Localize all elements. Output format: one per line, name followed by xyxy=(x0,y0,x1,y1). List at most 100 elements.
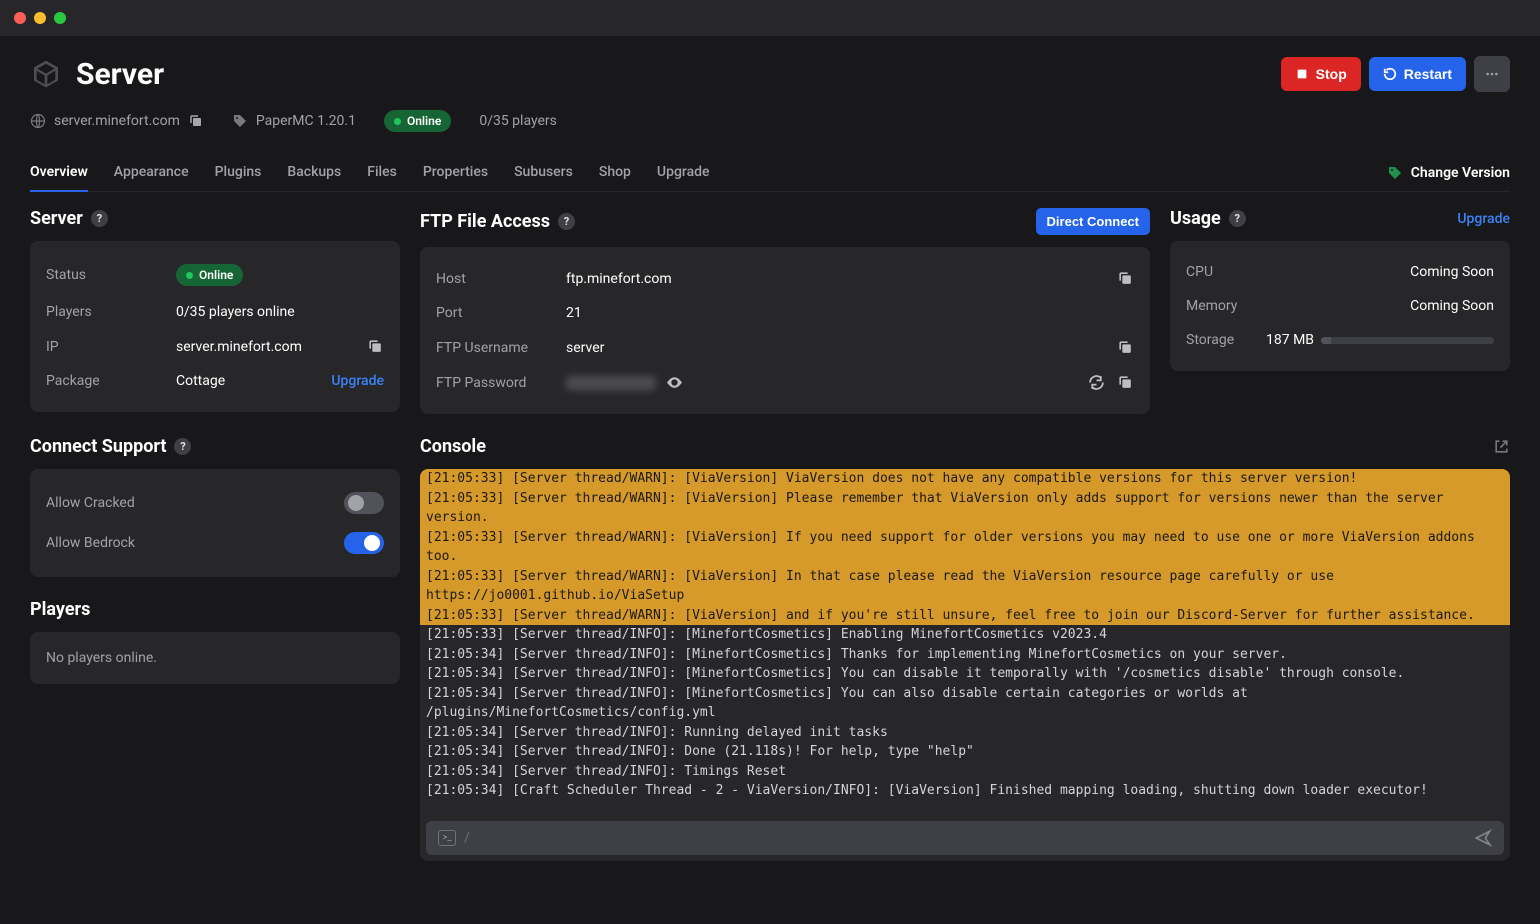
console-line: [21:05:34] [Craft Scheduler Thread - 2 -… xyxy=(420,781,1510,801)
external-link-icon[interactable] xyxy=(1493,438,1510,455)
tab-backups[interactable]: Backups xyxy=(287,154,341,192)
storage-label: Storage xyxy=(1186,332,1266,348)
players-label: Players xyxy=(46,304,176,320)
copy-icon[interactable] xyxy=(1117,339,1134,356)
status-badge-label: Online xyxy=(407,114,441,128)
players-card: No players online. xyxy=(30,632,400,684)
ftp-host-label: Host xyxy=(436,271,566,287)
tab-appearance[interactable]: Appearance xyxy=(114,154,189,192)
player-count: 0/35 players xyxy=(479,113,557,129)
console-line: [21:05:34] [Server thread/INFO]: Running… xyxy=(420,723,1510,743)
console-line: [21:05:34] [Server thread/INFO]: [Minefo… xyxy=(420,664,1510,684)
console-line: [21:05:34] [Server thread/INFO]: Done (2… xyxy=(420,742,1510,762)
copy-icon[interactable] xyxy=(367,338,384,355)
status-label: Status xyxy=(46,267,176,283)
restart-button-label: Restart xyxy=(1404,66,1452,82)
console-command-input[interactable] xyxy=(478,831,1466,846)
console-line: [21:05:34] [Server thread/INFO]: [Minefo… xyxy=(420,645,1510,665)
console-line: [21:05:33] [Server thread/WARN]: [ViaVer… xyxy=(420,567,1510,606)
tab-subusers[interactable]: Subusers xyxy=(514,154,573,192)
restart-icon xyxy=(1383,67,1397,81)
console-line: [21:05:33] [Server thread/INFO]: [Minefo… xyxy=(420,625,1510,645)
upgrade-link[interactable]: Upgrade xyxy=(331,373,384,389)
help-icon[interactable]: ? xyxy=(1229,210,1246,227)
status-dot-icon xyxy=(186,272,193,279)
stop-button[interactable]: Stop xyxy=(1281,57,1361,91)
server-domain: server.minefort.com xyxy=(54,113,180,129)
tab-upgrade[interactable]: Upgrade xyxy=(657,154,710,192)
console-input-row[interactable]: >_ / xyxy=(426,821,1504,855)
server-version: PaperMC 1.20.1 xyxy=(256,113,356,129)
window-close-button[interactable] xyxy=(14,12,26,24)
more-actions-button[interactable] xyxy=(1474,56,1510,92)
ftp-host-value: ftp.minefort.com xyxy=(566,271,1117,287)
tab-properties[interactable]: Properties xyxy=(423,154,488,192)
console-line: [21:05:33] [Server thread/WARN]: [ViaVer… xyxy=(420,606,1510,626)
tab-plugins[interactable]: Plugins xyxy=(215,154,262,192)
tab-shop[interactable]: Shop xyxy=(599,154,631,192)
page-title: Server xyxy=(76,57,164,92)
tag-icon xyxy=(1387,165,1403,181)
usage-card: CPU Coming Soon Memory Coming Soon Stora… xyxy=(1170,241,1510,371)
cpu-label: CPU xyxy=(1186,264,1316,280)
restart-button[interactable]: Restart xyxy=(1369,57,1466,91)
stop-icon xyxy=(1295,67,1309,81)
server-cube-icon xyxy=(30,58,62,90)
help-icon[interactable]: ? xyxy=(174,438,191,455)
connect-support-card: Allow Cracked Allow Bedrock xyxy=(30,469,400,577)
server-info-card: Status Online Players 0/35 players onlin… xyxy=(30,241,400,412)
eye-icon[interactable] xyxy=(666,374,683,391)
console-panel: [21:05:33] [Server thread/WARN]: [ViaVer… xyxy=(420,469,1510,861)
players-card-title: Players xyxy=(30,599,90,620)
console-output[interactable]: [21:05:33] [Server thread/WARN]: [ViaVer… xyxy=(420,469,1510,815)
allow-bedrock-toggle[interactable] xyxy=(344,532,384,554)
terminal-icon: >_ xyxy=(438,830,456,846)
storage-progress xyxy=(1321,337,1494,344)
console-line: [21:05:34] [Server thread/INFO]: Timings… xyxy=(420,762,1510,782)
ftp-port-label: Port xyxy=(436,305,566,321)
usage-upgrade-link[interactable]: Upgrade xyxy=(1457,211,1510,227)
status-badge: Online xyxy=(176,264,243,286)
help-icon[interactable]: ? xyxy=(91,210,108,227)
allow-cracked-toggle[interactable] xyxy=(344,492,384,514)
send-icon[interactable] xyxy=(1474,829,1492,847)
memory-value: Coming Soon xyxy=(1410,298,1494,314)
usage-card-title: Usage xyxy=(1170,208,1221,229)
window-minimize-button[interactable] xyxy=(34,12,46,24)
help-icon[interactable]: ? xyxy=(558,213,575,230)
tab-files[interactable]: Files xyxy=(367,154,397,192)
ftp-port-value: 21 xyxy=(566,305,1134,321)
window-titlebar xyxy=(0,0,1540,36)
status-dot-icon xyxy=(394,118,401,125)
direct-connect-button[interactable]: Direct Connect xyxy=(1036,208,1150,235)
cpu-value: Coming Soon xyxy=(1410,264,1494,280)
console-line: [21:05:33] [Server thread/WARN]: [ViaVer… xyxy=(420,528,1510,567)
ftp-card: Host ftp.minefort.com Port 21 FTP Userna… xyxy=(420,247,1150,414)
status-badge: Online xyxy=(384,110,451,132)
window-maximize-button[interactable] xyxy=(54,12,66,24)
ftp-card-title: FTP File Access xyxy=(420,211,550,232)
players-empty: No players online. xyxy=(46,646,384,670)
stop-button-label: Stop xyxy=(1316,66,1347,82)
tag-icon xyxy=(232,113,248,129)
tab-overview[interactable]: Overview xyxy=(30,154,88,192)
globe-icon xyxy=(30,113,46,129)
ftp-pass-label: FTP Password xyxy=(436,375,566,391)
package-label: Package xyxy=(46,373,176,389)
change-version-link[interactable]: Change Version xyxy=(1387,165,1510,181)
copy-icon[interactable] xyxy=(188,113,204,129)
ellipsis-icon xyxy=(1485,67,1499,81)
password-hidden xyxy=(566,376,656,390)
console-title: Console xyxy=(420,436,486,457)
change-version-label: Change Version xyxy=(1411,165,1510,181)
refresh-icon[interactable] xyxy=(1088,374,1105,391)
storage-value: 187 MB xyxy=(1266,332,1321,348)
copy-icon[interactable] xyxy=(1117,374,1134,391)
server-card-title: Server xyxy=(30,208,83,229)
package-value: Cottage xyxy=(176,373,331,389)
players-value: 0/35 players online xyxy=(176,304,384,320)
copy-icon[interactable] xyxy=(1117,270,1134,287)
allow-cracked-label: Allow Cracked xyxy=(46,495,344,511)
ftp-user-label: FTP Username xyxy=(436,340,566,356)
console-line: [21:05:34] [Server thread/INFO]: [Minefo… xyxy=(420,684,1510,723)
